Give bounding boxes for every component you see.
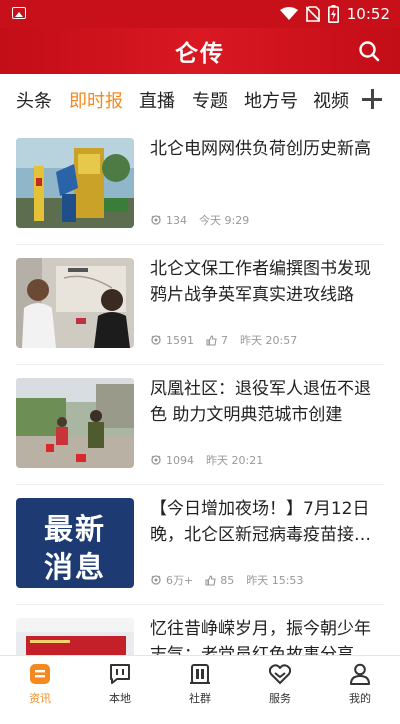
search-icon[interactable] [358,40,380,62]
tab-local-accounts[interactable]: 地方号 [244,87,298,113]
news-item[interactable]: 凤凰社区：退役军人退伍不退色 助力文明典范城市创建 1094 昨天 20:21 [16,364,384,484]
app-title: 仑传 [175,40,225,67]
publish-time: 今天 9:29 [199,214,250,227]
like-count: 7 [221,333,228,347]
wifi-icon [279,7,298,20]
thumbs-up-icon [205,574,216,586]
user-icon [350,663,370,685]
news-title: 北仑电网网供负荷创历史新高 [150,139,371,159]
channel-tabs: 头条 即时报 直播 专题 地方号 视频 [0,74,400,124]
no-sim-icon [305,6,320,22]
add-channel-icon[interactable] [362,89,382,109]
community-icon [190,664,210,684]
chat-bubble-icon [110,664,130,684]
news-meta: 6万+ 85 昨天 15:53 [150,572,303,588]
news-title: 凤凰社区：退役军人退伍不退色 助力文明典范城市创建 [150,379,371,425]
battery-charging-icon [327,5,339,23]
news-title: 北仑文保工作者编撰图书发现鸦片战争英军真实进攻线路 [150,259,371,305]
nav-services[interactable]: 服务 [240,656,320,712]
eye-icon [151,215,161,225]
tab-live[interactable]: 直播 [139,87,175,113]
news-meta: 134 今天 9:29 [150,212,249,228]
like-count: 85 [220,573,235,587]
eye-icon [151,335,161,345]
nav-local[interactable]: 本地 [80,656,160,712]
news-item[interactable]: 北仑文保工作者编撰图书发现鸦片战争英军真实进攻线路 1591 7 昨天 20:5… [16,244,384,364]
publish-time: 昨天 20:21 [206,454,264,467]
tab-topics[interactable]: 专题 [192,87,228,113]
status-time: 10:52 [346,5,390,23]
thumbs-up-icon [206,334,217,346]
nav-profile-label: 我的 [349,692,371,705]
view-count: 1591 [166,333,194,347]
news-item[interactable]: 北仑电网网供负荷创历史新高 134 今天 9:29 [16,124,384,244]
tab-video[interactable]: 视频 [313,87,349,113]
nav-news-label: 资讯 [29,692,51,705]
nav-profile[interactable]: 我的 [320,656,400,712]
publish-time: 昨天 20:57 [240,334,298,347]
news-thumbnail [16,258,134,348]
news-thumbnail: 最新 消息 [16,498,134,588]
news-item[interactable]: 最新 消息 【今日增加夜场！】7月12日晚，北仑区新冠病毒疫苗接… 6万+ 85… [16,484,384,604]
publish-time: 昨天 15:53 [246,574,304,587]
tab-headlines[interactable]: 头条 [16,87,52,113]
news-icon [30,664,50,684]
eye-icon [151,455,161,465]
bottom-navigation: 资讯 本地 社群 服务 我的 [0,655,400,712]
nav-services-label: 服务 [269,692,291,705]
app-header: 仑传 [0,28,400,74]
view-count: 1094 [166,453,194,467]
view-count: 6万+ [166,574,194,587]
eye-icon [151,575,161,585]
news-thumbnail [16,138,134,228]
image-notification-icon [12,7,26,19]
news-thumbnail [16,378,134,468]
tab-instant-news[interactable]: 即时报 [69,87,123,113]
nav-community-label: 社群 [189,692,211,705]
nav-local-label: 本地 [109,692,131,705]
news-meta: 1591 7 昨天 20:57 [150,332,297,348]
view-count: 134 [166,213,187,227]
news-title: 【今日增加夜场！】7月12日晚，北仑区新冠病毒疫苗接… [150,499,371,545]
thumbnail-text-bottom: 消息 [43,550,106,584]
status-bar-right: 10:52 [279,4,390,24]
status-bar: 10:52 [0,0,400,28]
thumbnail-text-top: 最新 [43,512,106,546]
news-meta: 1094 昨天 20:21 [150,452,263,468]
nav-news[interactable]: 资讯 [0,656,80,712]
heart-handshake-icon [269,664,291,684]
nav-community[interactable]: 社群 [160,656,240,712]
